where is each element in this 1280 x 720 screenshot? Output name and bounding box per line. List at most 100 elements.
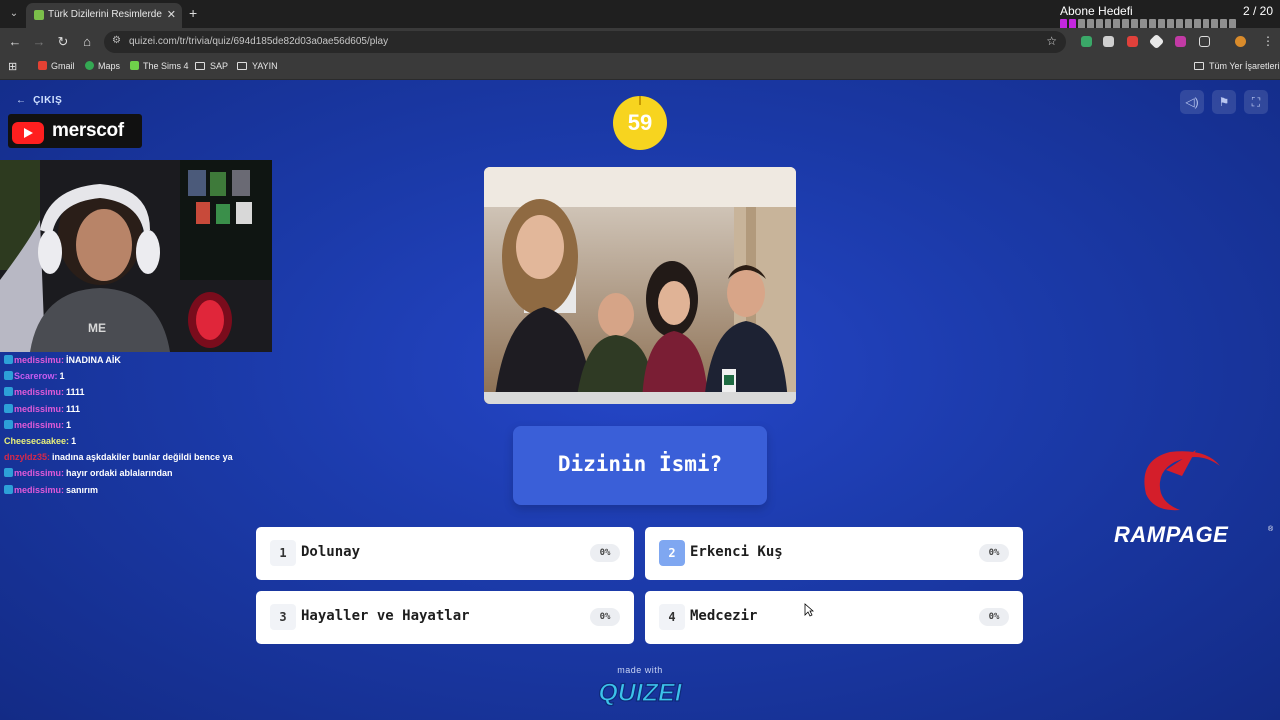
- extension-icon[interactable]: [1081, 36, 1092, 47]
- profile-avatar[interactable]: [1235, 36, 1246, 47]
- quizei-logo-text: QUIZEI: [598, 679, 682, 707]
- chat-badge-icon: [4, 403, 13, 413]
- answer-option-1[interactable]: 1 Dolunay 0%: [256, 527, 634, 580]
- chat-message: Cheesecaakee: 1: [4, 436, 284, 452]
- subscriber-goal-title: Abone Hedefi: [1060, 4, 1133, 18]
- chat-badge-icon: [4, 355, 13, 364]
- channel-name: merscof: [52, 120, 124, 141]
- url-text: quizei.com/tr/trivia/quiz/694d185de82d03…: [129, 36, 389, 47]
- subscriber-goal-count: 2 / 20: [1243, 4, 1274, 18]
- chat-badge-icon: [4, 484, 13, 494]
- chat-text: İNADINA AİK: [66, 355, 121, 365]
- exit-label: ÇIKIŞ: [33, 95, 63, 106]
- tab-favicon-icon: [34, 10, 44, 20]
- chat-text: 111: [66, 403, 81, 414]
- home-icon[interactable]: ⌂: [78, 33, 96, 51]
- chat-username: medissimu:: [14, 387, 65, 398]
- answer-option-3[interactable]: 3 Hayaller ve Hayatlar 0%: [256, 591, 634, 644]
- forward-icon[interactable]: →: [30, 33, 48, 51]
- chat-username: medissimu:: [14, 484, 65, 495]
- answer-text: Medcezir: [690, 608, 758, 624]
- sponsor-logo: RAMPAGE ®: [1110, 448, 1280, 548]
- volume-icon[interactable]: ◁): [1180, 90, 1204, 114]
- tab-strip: ⌄ Türk Dizilerini Resimlerden Tahmin ✕ +…: [0, 0, 1280, 32]
- browser-tab[interactable]: Türk Dizilerini Resimlerden Tahmin ✕: [26, 3, 182, 28]
- chat-message: medissimu: 1111: [4, 387, 284, 403]
- extension-icon[interactable]: [1148, 33, 1165, 50]
- bookmark-yayin[interactable]: YAYIN: [237, 61, 278, 71]
- apps-grid-icon[interactable]: ⊞: [8, 60, 17, 73]
- chat-username: Cheesecaakee:: [4, 435, 70, 446]
- answer-number: 2: [659, 540, 685, 566]
- tab-search-icon[interactable]: ⌄: [6, 6, 22, 22]
- close-tab-icon[interactable]: ✕: [167, 8, 176, 21]
- bookmark-gmail[interactable]: Gmail: [38, 61, 75, 71]
- site-info-icon[interactable]: ⚙: [112, 35, 121, 46]
- chat-message: medissimu: 1: [4, 419, 284, 436]
- answer-number: 1: [270, 540, 296, 566]
- answer-percent: 0%: [979, 608, 1009, 626]
- chat-message: dnzyldz35: inadına aşkdakiler bunlar deği…: [4, 452, 284, 468]
- answer-percent: 0%: [590, 608, 620, 626]
- chat-message: medissimu: İNADINA AİK: [4, 355, 284, 371]
- chat-text: 1: [59, 371, 65, 382]
- fullscreen-icon[interactable]: ⛶: [1244, 90, 1268, 114]
- reload-icon[interactable]: ↻: [54, 33, 72, 51]
- registered-mark: ®: [1268, 526, 1274, 533]
- flag-icon[interactable]: ⚑: [1212, 90, 1236, 114]
- extension-icon[interactable]: [1127, 36, 1138, 47]
- address-bar[interactable]: ⚙ quizei.com/tr/trivia/quiz/694d185de82d…: [104, 31, 1066, 53]
- chat-badge-icon: [4, 419, 13, 429]
- chat-text: 1111: [66, 387, 85, 398]
- answer-percent: 0%: [979, 544, 1009, 562]
- exit-link[interactable]: ← ÇIKIŞ: [16, 95, 62, 106]
- answer-number: 3: [270, 604, 296, 630]
- chat-username: dnzyldz35:: [4, 452, 51, 463]
- chat-message: Scarerow: 1: [4, 371, 284, 387]
- bookmark-sap[interactable]: SAP: [195, 61, 228, 71]
- chat-message: medissimu: hayır ordaki ablalarından: [4, 468, 284, 484]
- chat-text: hayır ordaki ablalarından: [66, 468, 173, 479]
- chat-badge-icon: [4, 387, 13, 397]
- tab-title: Türk Dizilerini Resimlerden Tahmin: [48, 9, 162, 20]
- chat-text: sanırım: [66, 484, 99, 495]
- webcam-feed: ME: [0, 160, 272, 352]
- all-bookmarks[interactable]: Tüm Yer İşaretleri: [1194, 61, 1280, 71]
- chat-text: inadına aşkdakiler bunlar değildi bence …: [52, 452, 233, 463]
- quizei-logo[interactable]: QUIZEI: [596, 676, 684, 708]
- shield-extension-icon[interactable]: [1103, 36, 1114, 47]
- question-text: Dizinin İsmi?: [557, 452, 723, 476]
- back-arrow-icon: ←: [16, 95, 27, 106]
- browser-toolbar: ← → ↻ ⌂ ⚙ quizei.com/tr/trivia/quiz/694d…: [0, 28, 1280, 56]
- chat-message: medissimu: sanırım: [4, 484, 284, 501]
- made-with-label: made with: [617, 665, 663, 675]
- extension-icon[interactable]: [1175, 36, 1186, 47]
- chat-username: medissimu:: [14, 403, 65, 414]
- channel-badge: merscof: [8, 114, 142, 148]
- countdown-timer: 59: [613, 96, 667, 150]
- chat-username: medissimu:: [14, 468, 65, 479]
- star-icon[interactable]: ☆: [1046, 34, 1057, 48]
- extensions-puzzle-icon[interactable]: [1199, 36, 1210, 47]
- chat-badge-icon: [4, 468, 13, 478]
- chat-text: 1: [66, 419, 72, 430]
- bookmark-maps[interactable]: Maps: [85, 61, 120, 71]
- bookmarks-bar: ⊞ Gmail Maps The Sims 4 SAP YAYIN Tüm Ye…: [0, 56, 1280, 80]
- answer-option-2[interactable]: 2 Erkenci Kuş 0%: [645, 527, 1023, 580]
- bookmark-sims[interactable]: The Sims 4: [130, 61, 189, 71]
- chat-text: 1: [71, 435, 77, 446]
- chat-username: Scarerow:: [14, 371, 58, 382]
- back-icon[interactable]: ←: [6, 33, 24, 51]
- answer-text: Hayaller ve Hayatlar: [301, 608, 470, 624]
- youtube-icon: [12, 122, 44, 144]
- chat-badge-icon: [4, 371, 13, 381]
- question-card: Dizinin İsmi?: [513, 426, 767, 505]
- timer-tick: [639, 96, 641, 105]
- more-menu-icon[interactable]: ⋮: [1262, 34, 1274, 48]
- chat-message: medissimu: 111: [4, 403, 284, 420]
- new-tab-button[interactable]: +: [189, 6, 197, 20]
- chat-username: medissimu:: [14, 419, 65, 430]
- answer-percent: 0%: [590, 544, 620, 562]
- answer-option-4[interactable]: 4 Medcezir 0%: [645, 591, 1023, 644]
- answer-text: Erkenci Kuş: [690, 544, 783, 560]
